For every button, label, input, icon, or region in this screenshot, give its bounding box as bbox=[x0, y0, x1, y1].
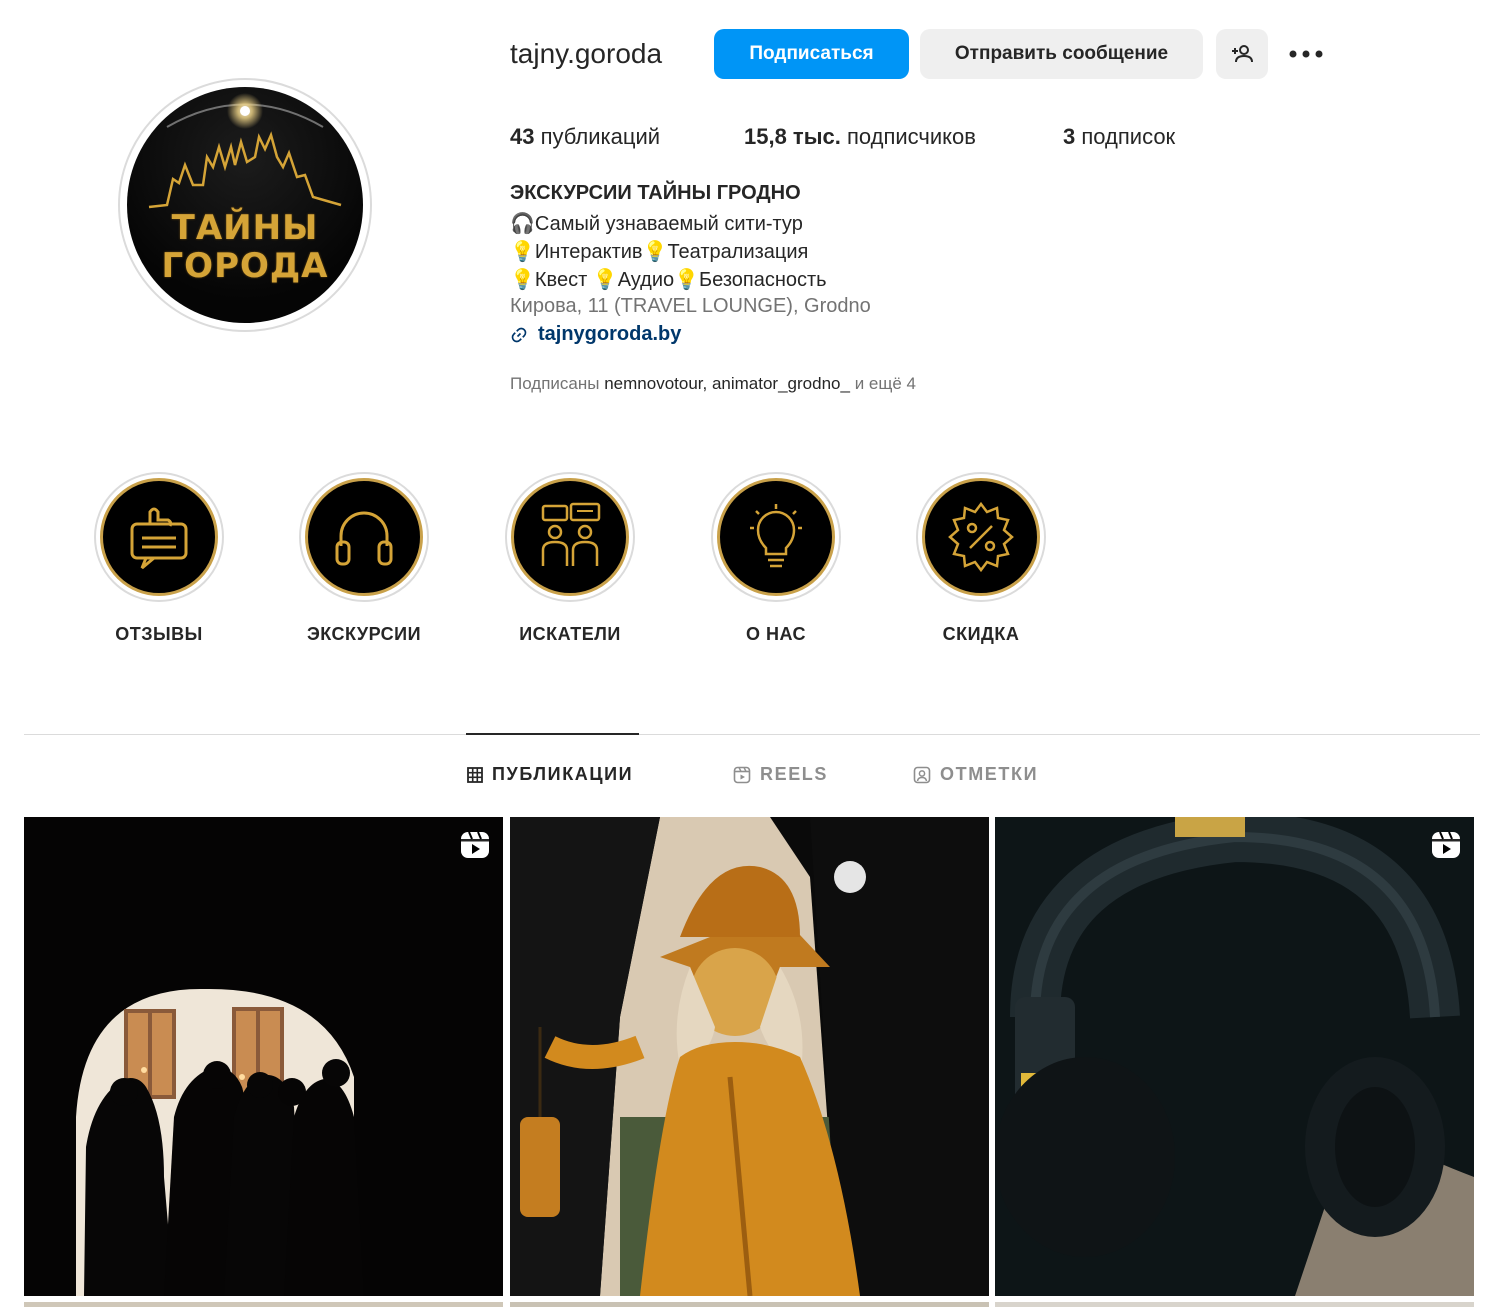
review-thumbs-up-icon bbox=[130, 507, 188, 570]
avatar-logo-line2: ГОРОДА bbox=[161, 246, 329, 286]
tagged-icon bbox=[913, 766, 931, 783]
bio-line-2: 💡Интерактив💡Театрализация bbox=[510, 241, 809, 263]
link-icon bbox=[511, 327, 527, 342]
highlight-label: ИСКАТЕЛИ bbox=[519, 624, 621, 644]
avatar-logo-line1: ТАЙНЫ bbox=[171, 208, 319, 248]
highlight-label: ЭКСКУРСИИ bbox=[306, 624, 422, 644]
highlight-reviews[interactable]: ОТЗЫВЫ bbox=[94, 472, 224, 645]
grid-icon bbox=[467, 766, 483, 783]
highlight-discount[interactable]: СКИДКА bbox=[916, 472, 1046, 645]
follow-button[interactable]: Подписаться bbox=[714, 29, 909, 79]
highlight-label: СКИДКА bbox=[942, 624, 1020, 644]
following-count-value: 3 bbox=[1063, 124, 1076, 149]
posts-count: 43 публикаций bbox=[510, 124, 660, 150]
followed-by-suffix: и ещё 4 bbox=[854, 374, 916, 393]
headphones-icon bbox=[335, 511, 393, 566]
tab-reels[interactable]: REELS bbox=[733, 764, 828, 785]
bio-link-text[interactable]: tajnygoroda.by bbox=[538, 323, 681, 346]
post-thumbnail-partial[interactable] bbox=[24, 1302, 503, 1307]
post-thumbnail-partial[interactable] bbox=[510, 1302, 989, 1307]
more-options-icon bbox=[1289, 50, 1323, 58]
posts-count-label: публикаций bbox=[540, 124, 661, 149]
tab-posts-label: ПУБЛИКАЦИИ bbox=[492, 764, 634, 784]
lightbulb-icon bbox=[750, 504, 802, 568]
highlight-excursions[interactable]: ЭКСКУРСИИ bbox=[299, 472, 429, 645]
tabs-divider bbox=[24, 734, 1480, 735]
active-tab-indicator bbox=[466, 733, 639, 735]
post-image-headphones bbox=[995, 817, 1474, 1296]
suggest-accounts-button[interactable] bbox=[1216, 29, 1268, 79]
post-thumbnail[interactable] bbox=[510, 817, 989, 1296]
tab-reels-label: REELS bbox=[760, 764, 829, 784]
followers-count-value: 15,8 тыс. bbox=[744, 124, 841, 149]
highlight-seekers[interactable]: ИСКАТЕЛИ bbox=[505, 472, 635, 645]
highlight-label: О НАС bbox=[745, 624, 807, 644]
bio-name: ЭКСКУРСИИ ТАЙНЫ ГРОДНО bbox=[510, 182, 801, 204]
tab-posts[interactable]: ПУБЛИКАЦИИ bbox=[467, 764, 633, 785]
profile-username: tajny.goroda bbox=[510, 38, 663, 69]
post-thumbnail[interactable] bbox=[995, 817, 1474, 1296]
post-image-costumed-character bbox=[510, 817, 989, 1296]
profile-avatar[interactable]: ТАЙНЫ ГОРОДА bbox=[118, 78, 372, 332]
post-image-archway-silhouettes bbox=[24, 817, 503, 1296]
bio-line-1: 🎧Самый узнаваемый сити-тур bbox=[510, 213, 803, 235]
bio-line-3: 💡Квест 💡Аудио💡Безопасность bbox=[510, 269, 827, 291]
discount-badge-icon bbox=[948, 501, 1014, 573]
followed-by[interactable]: Подписаны nemnovotour, animator_grodno_ … bbox=[510, 374, 916, 394]
bio-link[interactable]: tajnygoroda.by bbox=[510, 323, 681, 346]
following-count[interactable]: 3 подписок bbox=[1063, 124, 1175, 150]
people-chat-icon bbox=[541, 502, 601, 566]
bio-location[interactable]: Кирова, 11 (TRAVEL LOUNGE), Grodno bbox=[510, 295, 871, 318]
posts-count-value: 43 bbox=[510, 124, 535, 149]
tab-tagged-label: ОТМЕТКИ bbox=[940, 764, 1039, 784]
followed-by-users[interactable]: nemnovotour, animator_grodno_ bbox=[604, 374, 850, 393]
avatar-image: ТАЙНЫ ГОРОДА bbox=[127, 87, 363, 323]
castle-skyline-icon bbox=[148, 93, 342, 209]
send-message-button[interactable]: Отправить сообщение bbox=[920, 29, 1203, 79]
post-thumbnail[interactable] bbox=[24, 817, 503, 1296]
reels-icon bbox=[733, 766, 751, 783]
followed-by-prefix: Подписаны bbox=[510, 374, 600, 393]
followers-count[interactable]: 15,8 тыс. подписчиков bbox=[744, 124, 976, 150]
following-count-label: подписок bbox=[1081, 124, 1176, 149]
person-add-icon bbox=[1232, 45, 1253, 63]
post-thumbnail-partial[interactable] bbox=[995, 1302, 1474, 1307]
tab-tagged[interactable]: ОТМЕТКИ bbox=[913, 764, 1038, 785]
more-options-button[interactable] bbox=[1284, 34, 1328, 74]
highlight-about[interactable]: О НАС bbox=[711, 472, 841, 645]
highlight-label: ОТЗЫВЫ bbox=[115, 624, 203, 644]
reel-icon bbox=[461, 831, 489, 858]
followers-count-label: подписчиков bbox=[846, 124, 976, 149]
reel-icon bbox=[1432, 831, 1460, 858]
